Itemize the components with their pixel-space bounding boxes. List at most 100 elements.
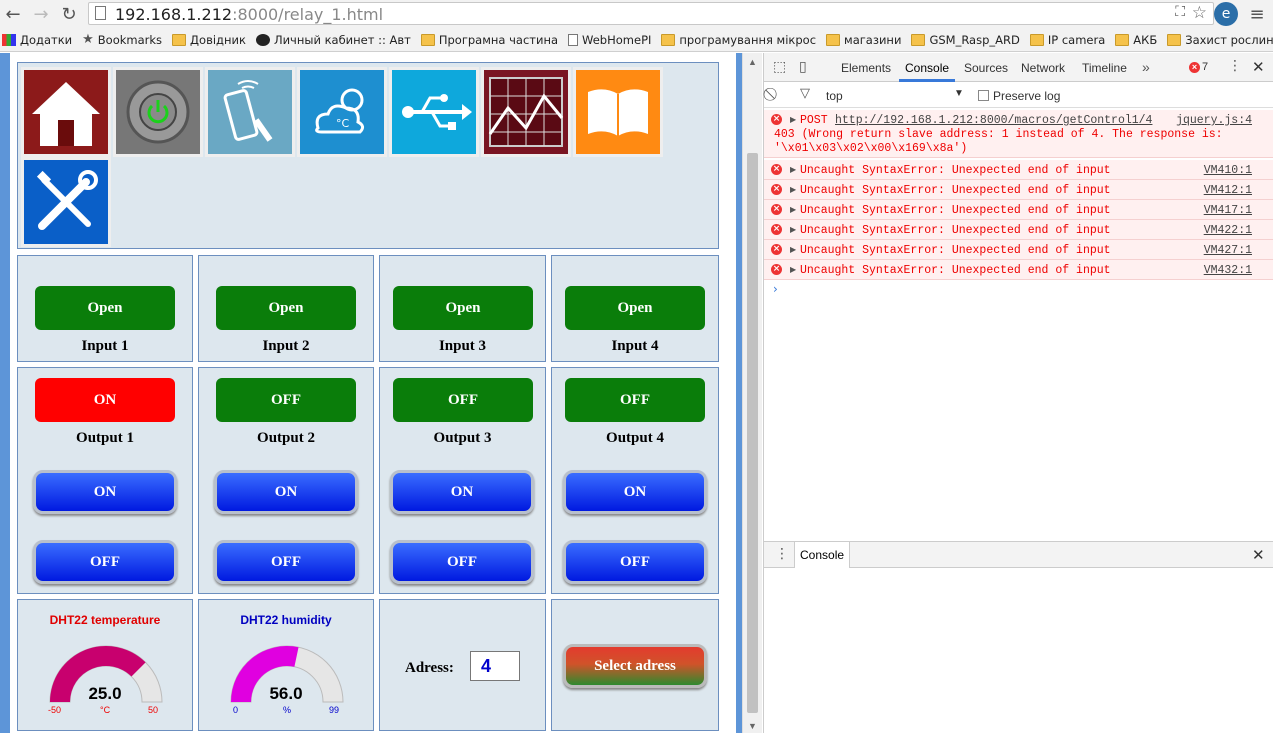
post-source[interactable]: jquery.js:4 bbox=[1176, 114, 1252, 127]
output-4-state[interactable]: OFF bbox=[565, 378, 705, 422]
input-2-button[interactable]: Open bbox=[216, 286, 356, 330]
bookmark-folder[interactable]: АКБ bbox=[1115, 33, 1157, 47]
expand-triangle-icon[interactable]: ▶ bbox=[790, 205, 796, 215]
expand-triangle-icon[interactable]: ▶ bbox=[790, 225, 796, 235]
more-tabs-icon[interactable]: » bbox=[1142, 59, 1150, 75]
tools-icon[interactable] bbox=[21, 157, 111, 247]
tab-elements[interactable]: Elements bbox=[841, 61, 891, 75]
console-drawer: ⋮ Console ✕ bbox=[764, 541, 1273, 733]
output-2-off-button[interactable]: OFF bbox=[214, 540, 358, 584]
error-source[interactable]: VM410:1 bbox=[1204, 164, 1252, 177]
device-mode-icon[interactable]: ▯ bbox=[799, 59, 807, 75]
tab-console[interactable]: Console bbox=[905, 61, 949, 75]
drawer-tab-console[interactable]: Console bbox=[794, 542, 851, 568]
console-error-row[interactable]: × ▶ Uncaught SyntaxError: Unexpected end … bbox=[764, 240, 1273, 260]
select-address-button[interactable]: Select adress bbox=[563, 644, 707, 688]
output-2-on-button[interactable]: ON bbox=[214, 470, 358, 514]
weather-icon[interactable]: °C bbox=[297, 67, 387, 157]
tab-network[interactable]: Network bbox=[1021, 61, 1065, 75]
context-select[interactable]: top bbox=[826, 89, 843, 103]
folder-icon bbox=[661, 33, 676, 46]
input-1-button[interactable]: Open bbox=[35, 286, 175, 330]
expand-triangle-icon[interactable]: ▶ bbox=[790, 115, 796, 125]
output-3-state[interactable]: OFF bbox=[393, 378, 533, 422]
console-error-row[interactable]: × ▶ Uncaught SyntaxError: Unexpected end … bbox=[764, 220, 1273, 240]
console-error-row[interactable]: × ▶ Uncaught SyntaxError: Unexpected end … bbox=[764, 260, 1273, 280]
error-source[interactable]: VM412:1 bbox=[1204, 184, 1252, 197]
bookmark-folder[interactable]: IP camera bbox=[1029, 33, 1105, 47]
drawer-menu-icon[interactable]: ⋮ bbox=[775, 546, 789, 562]
address-bar[interactable]: 192.168.1.212:8000/relay_1.html ⛶ ☆ bbox=[88, 2, 1214, 25]
console-post-error[interactable]: × ▶ POST http://192.168.1.212:8000/macro… bbox=[764, 110, 1273, 158]
kebab-menu-icon[interactable]: ⋮ bbox=[1228, 58, 1242, 74]
preserve-log-checkbox[interactable] bbox=[978, 90, 989, 101]
bookmark-apps[interactable]: Додатки bbox=[2, 33, 72, 47]
back-icon[interactable]: ← bbox=[2, 3, 24, 25]
error-source[interactable]: VM427:1 bbox=[1204, 244, 1252, 257]
bookmark-link[interactable]: Личный кабинет :: Авт bbox=[255, 33, 411, 47]
expand-triangle-icon[interactable]: ▶ bbox=[790, 245, 796, 255]
remote-icon[interactable] bbox=[205, 67, 295, 157]
output-1-state[interactable]: ON bbox=[35, 378, 175, 422]
power-icon[interactable] bbox=[113, 67, 203, 157]
page-scrollbar[interactable]: ▲ ▼ bbox=[742, 53, 762, 733]
drawer-close-icon[interactable]: ✕ bbox=[1252, 546, 1265, 564]
output-2-state[interactable]: OFF bbox=[216, 378, 356, 422]
input-3-button[interactable]: Open bbox=[393, 286, 533, 330]
output-3-off-button[interactable]: OFF bbox=[390, 540, 534, 584]
output-4-off-button[interactable]: OFF bbox=[563, 540, 707, 584]
select-address-cell: Select adress bbox=[551, 599, 719, 731]
tab-sources[interactable]: Sources bbox=[964, 61, 1008, 75]
filter-icon[interactable]: ▽ bbox=[800, 86, 810, 101]
console-error-row[interactable]: × ▶ Uncaught SyntaxError: Unexpected end … bbox=[764, 200, 1273, 220]
menu-icon[interactable]: ≡ bbox=[1246, 3, 1268, 25]
error-count[interactable]: 7 bbox=[1202, 61, 1208, 73]
expand-triangle-icon[interactable]: ▶ bbox=[790, 265, 796, 275]
home-icon[interactable] bbox=[21, 67, 111, 157]
bookmark-folder[interactable]: магазини bbox=[826, 33, 901, 47]
bookmark-link[interactable]: WebHomePI bbox=[568, 33, 651, 47]
bookmark-bookmarks[interactable]: ★ Bookmarks bbox=[82, 33, 162, 47]
book-icon[interactable] bbox=[573, 67, 663, 157]
output-1-off-button[interactable]: OFF bbox=[33, 540, 177, 584]
expand-triangle-icon[interactable]: ▶ bbox=[790, 185, 796, 195]
error-source[interactable]: VM432:1 bbox=[1204, 264, 1252, 277]
post-url[interactable]: http://192.168.1.212:8000/macros/getCont… bbox=[835, 114, 1152, 127]
scroll-thumb[interactable] bbox=[747, 153, 758, 713]
address-input[interactable]: 4 bbox=[470, 651, 520, 681]
bookmark-folder[interactable]: GSM_Rasp_ARD bbox=[911, 33, 1020, 47]
console-input[interactable] bbox=[786, 282, 1256, 298]
close-icon[interactable]: ✕ bbox=[1252, 58, 1265, 76]
output-3-on-button[interactable]: ON bbox=[390, 470, 534, 514]
error-source[interactable]: VM422:1 bbox=[1204, 224, 1252, 237]
bookmark-folder[interactable]: Захист рослин bbox=[1167, 33, 1273, 47]
console-error-row[interactable]: × ▶ Uncaught SyntaxError: Unexpected end … bbox=[764, 180, 1273, 200]
inspect-icon[interactable]: ⬚ bbox=[773, 59, 786, 75]
input-4-button[interactable]: Open bbox=[565, 286, 705, 330]
bookmark-star-icon[interactable]: ☆ bbox=[1192, 3, 1207, 23]
error-message: Uncaught SyntaxError: Unexpected end of … bbox=[800, 204, 1111, 217]
scroll-down-icon[interactable]: ▼ bbox=[748, 721, 757, 731]
expand-triangle-icon[interactable]: ▶ bbox=[790, 165, 796, 175]
bookmark-label: Захист рослин bbox=[1185, 32, 1273, 47]
console-error-row[interactable]: × ▶ Uncaught SyntaxError: Unexpected end … bbox=[764, 160, 1273, 180]
context-dropdown-icon[interactable]: ▼ bbox=[954, 88, 964, 99]
chart-icon[interactable] bbox=[481, 67, 571, 157]
scroll-up-icon[interactable]: ▲ bbox=[748, 57, 757, 67]
star-icon: ★ bbox=[82, 31, 94, 47]
error-source[interactable]: VM417:1 bbox=[1204, 204, 1252, 217]
usb-icon[interactable] bbox=[389, 67, 479, 157]
forward-icon[interactable]: → bbox=[30, 3, 52, 25]
bookmark-folder[interactable]: Довідник bbox=[172, 33, 246, 47]
extension-icon[interactable]: e bbox=[1214, 2, 1238, 26]
bookmark-folder[interactable]: Програмна частина bbox=[420, 33, 558, 47]
output-4-on-button[interactable]: ON bbox=[563, 470, 707, 514]
translate-icon[interactable]: ⛶ bbox=[1175, 4, 1185, 20]
bookmark-folder[interactable]: програмування мікрос bbox=[661, 33, 816, 47]
console-prompt-icon[interactable]: › bbox=[773, 282, 778, 296]
drawer-tabbar: ⋮ Console ✕ bbox=[764, 542, 1273, 568]
reload-icon[interactable]: ↻ bbox=[58, 3, 80, 25]
humidity-value: 56.0 bbox=[269, 684, 303, 703]
tab-timeline[interactable]: Timeline bbox=[1082, 61, 1127, 75]
output-1-on-button[interactable]: ON bbox=[33, 470, 177, 514]
